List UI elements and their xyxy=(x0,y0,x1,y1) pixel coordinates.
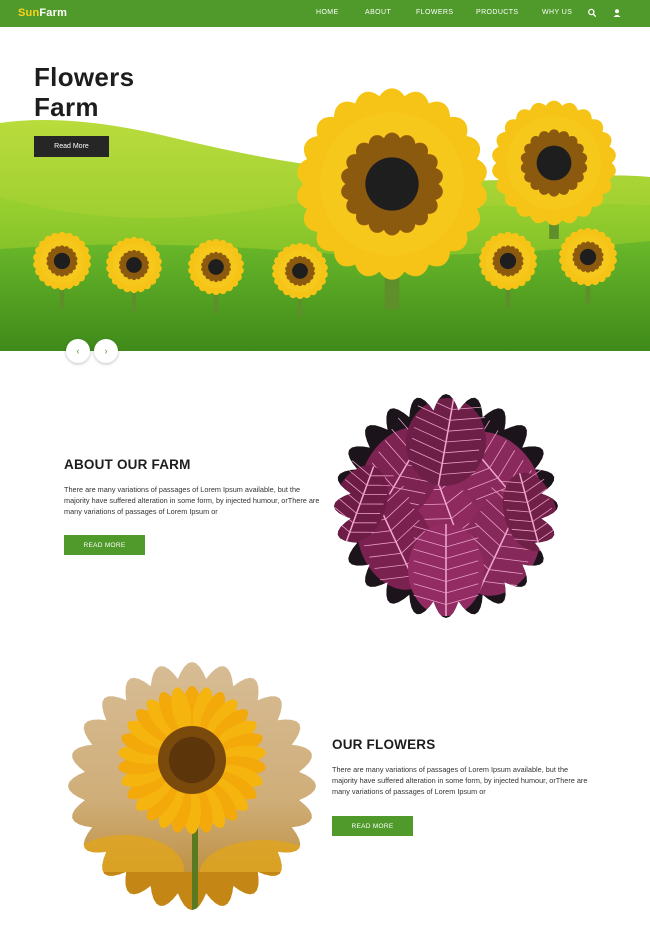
logo-farm-text: Farm xyxy=(39,7,68,19)
slider-next-button[interactable]: › xyxy=(94,339,118,363)
sunflower-photo xyxy=(68,662,316,910)
nav-why-us[interactable]: WHY US xyxy=(542,9,572,16)
logo-sun-text: Sun xyxy=(18,7,40,19)
nav-home[interactable]: HOME xyxy=(316,9,339,16)
user-icon[interactable] xyxy=(612,7,622,19)
slider-prev-button[interactable]: ‹ xyxy=(66,339,90,363)
top-navbar: SunFarm HOME ABOUT FLOWERS PRODUCTS WHY … xyxy=(0,0,650,27)
nav-products[interactable]: PRODUCTS xyxy=(476,9,518,16)
hero-read-more-button[interactable]: Read More xyxy=(34,136,109,157)
nav-about[interactable]: ABOUT xyxy=(365,9,391,16)
hero-title-line2: Farm xyxy=(34,92,99,122)
logo[interactable]: SunFarm xyxy=(18,7,67,19)
nav-flowers[interactable]: FLOWERS xyxy=(416,9,453,16)
hero-title-line1: Flowers xyxy=(34,62,135,92)
flowers-text: There are many variations of passages of… xyxy=(332,765,588,796)
arrow-right-icon: › xyxy=(104,346,108,356)
leaf-plant-image xyxy=(334,394,558,618)
hero-title: Flowers Farm xyxy=(34,62,234,122)
flowers-read-more-button[interactable]: READ MORE xyxy=(332,816,413,836)
arrow-left-icon: ‹ xyxy=(76,346,80,356)
flowers-title: OUR FLOWERS xyxy=(332,737,436,752)
search-icon[interactable] xyxy=(587,7,597,19)
about-text: There are many variations of passages of… xyxy=(64,485,320,516)
about-title: ABOUT OUR FARM xyxy=(64,457,191,472)
hero-banner: Flowers Farm Read More xyxy=(0,27,650,351)
about-read-more-button[interactable]: READ MORE xyxy=(64,535,145,555)
